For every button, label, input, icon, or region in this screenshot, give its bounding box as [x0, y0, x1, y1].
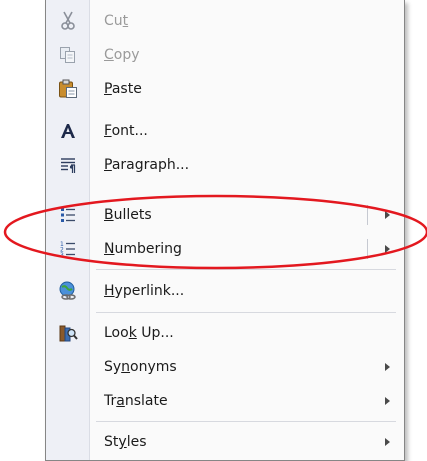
highlight-ellipse	[3, 194, 427, 270]
